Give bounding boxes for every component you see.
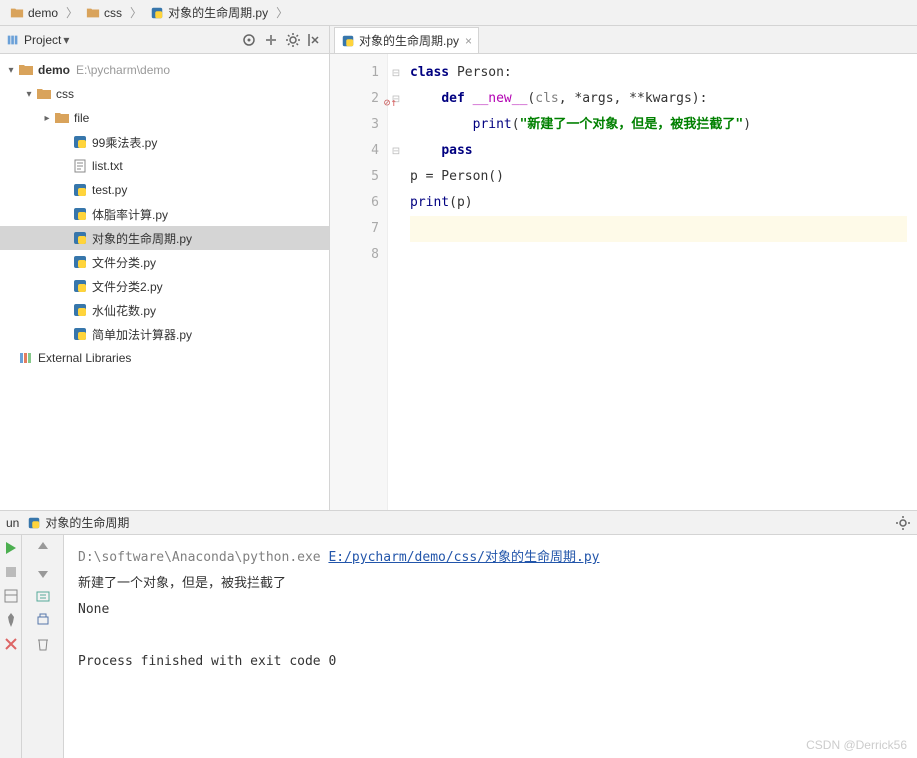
code-line[interactable]: pass: [410, 138, 907, 164]
chevron-right-icon: 〉: [66, 4, 78, 21]
code-line[interactable]: print(p): [410, 190, 907, 216]
tree-row[interactable]: 文件分类.py: [0, 250, 329, 274]
tree-label: list.txt: [92, 159, 123, 173]
code-line[interactable]: [410, 242, 907, 268]
chevron-right-icon: 〉: [130, 4, 142, 21]
folder-icon: [10, 6, 24, 20]
tree-row[interactable]: ▾ demo E:\pycharm\demo: [0, 58, 329, 82]
print-icon[interactable]: [34, 611, 52, 629]
tree-row[interactable]: 文件分类2.py: [0, 274, 329, 298]
export-icon[interactable]: [34, 587, 52, 605]
tree-row[interactable]: list.txt: [0, 154, 329, 178]
console-output[interactable]: D:\software\Anaconda\python.exe E:/pycha…: [64, 535, 917, 758]
run-header: un 对象的生命周期: [0, 511, 917, 535]
rerun-icon[interactable]: [2, 539, 20, 557]
breadcrumb-label: demo: [28, 6, 58, 20]
console-exit: Process finished with exit code 0: [78, 649, 903, 675]
tree-row[interactable]: ▾ css: [0, 82, 329, 106]
tree-row[interactable]: 体脂率计算.py: [0, 202, 329, 226]
project-header: Project ▾: [0, 26, 329, 54]
project-panel: Project ▾ ▾ demo E:\pycharm\demo ▾ css ▸ file9…: [0, 26, 330, 510]
tree-toggle[interactable]: ▸: [40, 113, 54, 124]
console-line: 新建了一个对象，但是，被我拦截了: [78, 571, 903, 597]
breadcrumb-label: 对象的生命周期.py: [168, 4, 268, 21]
run-header-prefix: un: [6, 516, 19, 530]
run-toolbar-left2: [22, 535, 64, 758]
watermark: CSDN @Derrick56: [806, 738, 907, 752]
tree-label: 体脂率计算.py: [92, 206, 168, 223]
project-icon: [6, 33, 20, 47]
breadcrumb-label: css: [104, 6, 122, 20]
close-icon[interactable]: [2, 635, 20, 653]
gear-icon[interactable]: [285, 32, 301, 48]
folder-icon: [86, 6, 100, 20]
code-line[interactable]: class Person:: [410, 60, 907, 86]
code-line[interactable]: def __new__(cls, *args, **kwargs):: [410, 86, 907, 112]
python-icon: [341, 34, 355, 48]
run-panel: un 对象的生命周期 D:\software\Anaconda\python.e…: [0, 510, 917, 758]
trash-icon[interactable]: [34, 635, 52, 653]
tree-label: 对象的生命周期.py: [92, 230, 192, 247]
tree-label: demo: [38, 63, 70, 77]
down-icon[interactable]: [34, 563, 52, 581]
tree-row[interactable]: 简单加法计算器.py: [0, 322, 329, 346]
hide-icon[interactable]: [307, 32, 323, 48]
tree-label: 99乘法表.py: [92, 134, 157, 151]
chevron-right-icon: 〉: [276, 4, 288, 21]
tree-label: test.py: [92, 183, 127, 197]
close-icon[interactable]: ×: [465, 34, 472, 48]
tree-row[interactable]: 对象的生命周期.py: [0, 226, 329, 250]
layout-icon[interactable]: [2, 587, 20, 605]
tree-label: 文件分类.py: [92, 254, 156, 271]
code-line[interactable]: [410, 216, 907, 242]
gutter: 12⊘↑345678: [330, 54, 388, 510]
editor-body[interactable]: 12⊘↑345678 ⊟⊟⊟ class Person: def __new__…: [330, 54, 917, 510]
tree-toggle[interactable]: ▾: [22, 89, 36, 100]
code-line[interactable]: print("新建了一个对象，但是，被我拦截了"): [410, 112, 907, 138]
collapse-icon[interactable]: [263, 32, 279, 48]
code-area[interactable]: class Person: def __new__(cls, *args, **…: [404, 54, 917, 510]
python-icon: [150, 6, 164, 20]
run-config-label: 对象的生命周期: [45, 514, 129, 531]
tree-row[interactable]: External Libraries: [0, 346, 329, 370]
tree-row[interactable]: test.py: [0, 178, 329, 202]
chevron-down-icon[interactable]: ▾: [63, 33, 69, 47]
up-icon[interactable]: [34, 539, 52, 557]
tree-row[interactable]: 99乘法表.py: [0, 130, 329, 154]
project-tree[interactable]: ▾ demo E:\pycharm\demo ▾ css ▸ file99乘法表.py lis…: [0, 54, 329, 510]
tab-bar: 对象的生命周期.py ×: [330, 26, 917, 54]
breadcrumb-item-file[interactable]: 对象的生命周期.py: [144, 4, 274, 21]
locate-icon[interactable]: [241, 32, 257, 48]
tree-path: E:\pycharm\demo: [76, 63, 170, 77]
console-cmd-path: D:\software\Anaconda\python.exe: [78, 550, 328, 565]
breadcrumb: demo 〉 css 〉 对象的生命周期.py 〉: [0, 0, 917, 26]
python-icon: [27, 516, 41, 530]
run-toolbar-left: [0, 535, 22, 758]
pin-icon[interactable]: [2, 611, 20, 629]
tab-label: 对象的生命周期.py: [359, 32, 459, 49]
tree-row[interactable]: 水仙花数.py: [0, 298, 329, 322]
breadcrumb-item-demo[interactable]: demo: [4, 6, 64, 20]
code-line[interactable]: p = Person(): [410, 164, 907, 190]
breadcrumb-item-css[interactable]: css: [80, 6, 128, 20]
editor-tab[interactable]: 对象的生命周期.py ×: [334, 27, 479, 53]
tree-label: 简单加法计算器.py: [92, 326, 192, 343]
console-cmd-file[interactable]: E:/pycharm/demo/css/对象的生命周期.py: [328, 550, 599, 565]
tree-toggle[interactable]: ▾: [4, 65, 18, 76]
tree-label: css: [56, 87, 74, 101]
console-line: None: [78, 597, 903, 623]
tree-label: External Libraries: [38, 351, 131, 365]
tree-row[interactable]: ▸ file: [0, 106, 329, 130]
stop-icon[interactable]: [2, 563, 20, 581]
tree-label: file: [74, 111, 89, 125]
fold-column: ⊟⊟⊟: [388, 54, 404, 510]
project-title: Project: [24, 33, 61, 47]
tree-label: 文件分类2.py: [92, 278, 163, 295]
editor-panel: 对象的生命周期.py × 12⊘↑345678 ⊟⊟⊟ class Person…: [330, 26, 917, 510]
gear-icon[interactable]: [895, 515, 911, 531]
tree-label: 水仙花数.py: [92, 302, 156, 319]
